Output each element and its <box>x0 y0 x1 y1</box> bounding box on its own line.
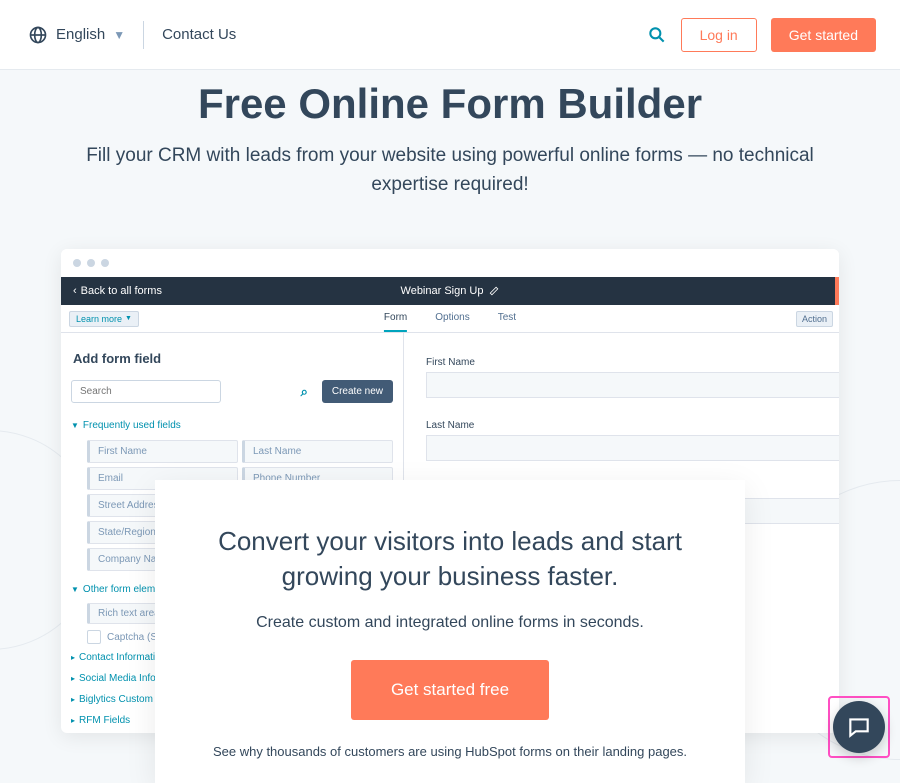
create-new-button[interactable]: Create new <box>322 380 393 403</box>
preview-input-first-name[interactable] <box>426 372 839 398</box>
preview-label-first-name: First Name <box>426 357 839 368</box>
chevron-right-icon: ▸ <box>71 674 75 683</box>
window-dot <box>101 259 109 267</box>
cta-card: Convert your visitors into leads and sta… <box>155 480 745 783</box>
tab-form[interactable]: Form <box>384 305 407 332</box>
chevron-down-icon: ▼ <box>125 315 132 322</box>
field-first-name[interactable]: First Name <box>87 440 238 463</box>
language-selector[interactable]: English ▼ <box>28 25 125 45</box>
app-header: ‹ Back to all forms Webinar Sign Up <box>61 277 839 305</box>
window-dot <box>87 259 95 267</box>
cta-heading: Convert your visitors into leads and sta… <box>195 524 705 594</box>
back-label: Back to all forms <box>81 285 162 297</box>
cta-subtext: Create custom and integrated online form… <box>195 614 705 632</box>
chevron-down-icon: ▼ <box>113 28 125 42</box>
divider <box>143 21 144 49</box>
get-started-button[interactable]: Get started <box>771 18 876 52</box>
language-label: English <box>56 26 105 43</box>
tab-test[interactable]: Test <box>498 305 516 332</box>
chevron-right-icon: ▸ <box>71 716 75 725</box>
hero-section: Free Online Form Builder Fill your CRM w… <box>0 70 900 229</box>
page-subtitle: Fill your CRM with leads from your websi… <box>80 142 820 199</box>
chevron-left-icon: ‹ <box>73 285 77 297</box>
back-to-forms-link[interactable]: ‹ Back to all forms <box>73 285 162 297</box>
contact-us-link[interactable]: Contact Us <box>162 26 236 43</box>
window-dot <box>73 259 81 267</box>
actions-button[interactable]: Action <box>796 311 833 327</box>
chevron-down-icon: ▼ <box>71 421 79 430</box>
page-title: Free Online Form Builder <box>80 80 820 128</box>
search-icon[interactable] <box>647 25 667 45</box>
globe-icon <box>28 25 48 45</box>
cta-footnote: See why thousands of customers are using… <box>195 744 705 759</box>
form-title: Webinar Sign Up <box>401 285 484 297</box>
captcha-checkbox[interactable] <box>87 630 101 644</box>
field-last-name[interactable]: Last Name <box>242 440 393 463</box>
window-chrome <box>61 249 839 277</box>
chat-icon <box>846 714 872 740</box>
accent-bar <box>835 277 839 305</box>
preview-input-last-name[interactable] <box>426 435 839 461</box>
chevron-right-icon: ▸ <box>71 653 75 662</box>
chat-widget[interactable] <box>828 696 890 758</box>
login-button[interactable]: Log in <box>681 18 757 52</box>
top-navigation: English ▼ Contact Us Log in Get started <box>0 0 900 70</box>
get-started-free-button[interactable]: Get started free <box>351 660 549 720</box>
preview-label-last-name: Last Name <box>426 420 839 431</box>
edit-icon[interactable] <box>489 286 499 296</box>
sidebar-title: Add form field <box>73 351 393 366</box>
learn-more-button[interactable]: Learn more ▼ <box>69 311 139 327</box>
field-search-input[interactable] <box>71 380 221 403</box>
chevron-right-icon: ▸ <box>71 695 75 704</box>
toolbar: Learn more ▼ Form Options Test Action <box>61 305 839 333</box>
category-frequently-used[interactable]: ▼ Frequently used fields <box>71 415 393 436</box>
tab-options[interactable]: Options <box>435 305 469 332</box>
chevron-down-icon: ▼ <box>71 585 79 594</box>
